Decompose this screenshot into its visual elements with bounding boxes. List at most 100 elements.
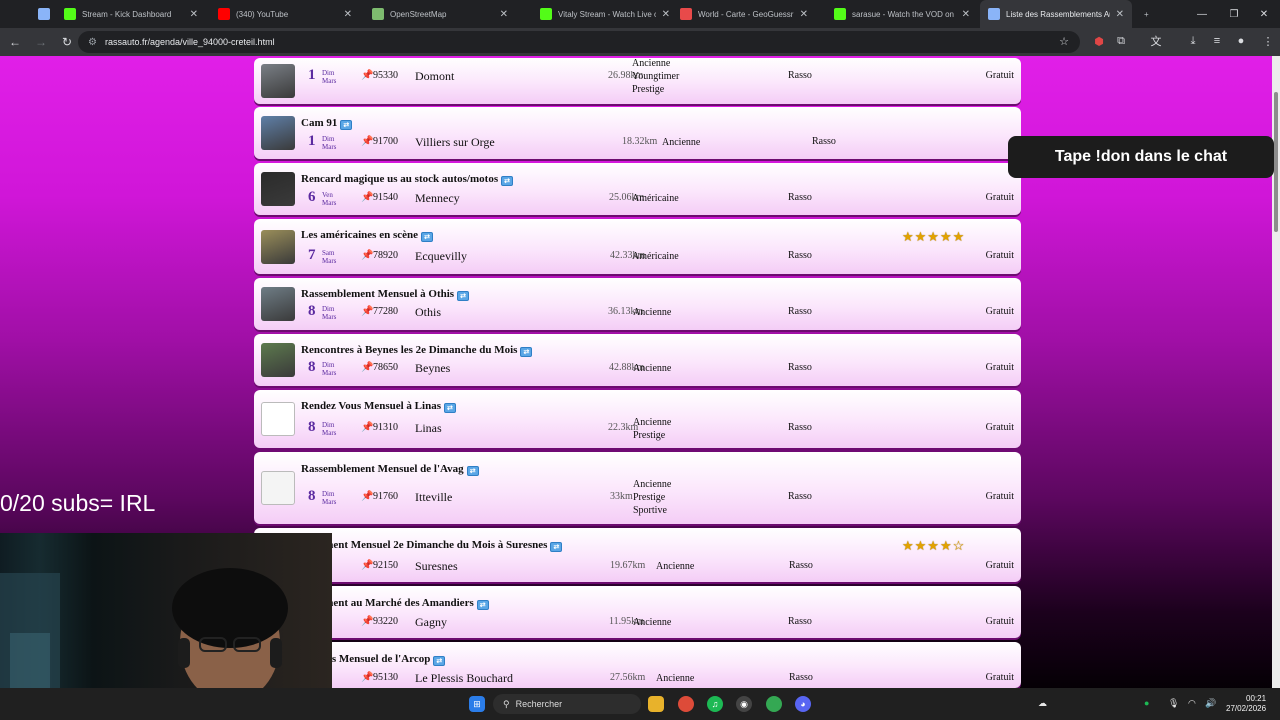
taskbar-clock[interactable]: 00:21 27/02/2026 [1226, 694, 1266, 714]
close-tab-icon[interactable]: ✕ [1116, 9, 1124, 20]
event-thumbnail[interactable] [261, 471, 295, 505]
event-row[interactable]: Rencontres à Beynes les 2e Dimanche du M… [254, 334, 1021, 386]
address-bar[interactable]: ⚙ rassauto.fr/agenda/ville_94000-creteil… [78, 31, 1080, 53]
new-tab-button[interactable]: + [1136, 0, 1157, 28]
doc-icon [38, 8, 50, 20]
event-row[interactable]: Rassemblement Mensuel à Othis ⇄ 8 Dim Mars 📌 7… [254, 278, 1021, 330]
event-categories: Ancienne [662, 136, 700, 149]
event-categories: Américaine [632, 192, 679, 205]
forward-icon[interactable]: → [30, 31, 52, 53]
event-type: Rasso [788, 70, 812, 81]
event-row[interactable]: 1 Dim Mars 📌 95330 Domont 26.98km Rasso Ancienne… [254, 58, 1021, 104]
taskbar-search[interactable]: ⚲ Rechercher [493, 694, 641, 714]
event-price: Gratuit [985, 192, 1014, 203]
tab-2[interactable]: (340) YouTube ✕ [210, 0, 360, 28]
event-postcode: 77280 [373, 306, 398, 317]
url-text: rassauto.fr/agenda/ville_94000-creteil.h… [104, 37, 275, 47]
event-categories: Ancienne Prestige [633, 416, 671, 442]
start-windows-icon[interactable]: ⊞ [469, 696, 485, 712]
kick-icon [64, 8, 76, 20]
wifi-icon[interactable]: ◠ [1188, 698, 1196, 709]
microphone-icon[interactable]: 🎙 [1168, 698, 1179, 709]
map-pin-icon: 📌 [361, 672, 374, 683]
event-day: 6 [308, 189, 316, 205]
event-city: Mennecy [415, 191, 460, 205]
profile-avatar-icon[interactable]: ● [1231, 31, 1251, 51]
event-row[interactable]: Rendez Vous Mensuel à Linas ⇄ 8 Dim Mars 📌 913… [254, 390, 1021, 448]
tab-title: Vitaly Stream - Watch Live on [558, 9, 656, 19]
event-thumbnail[interactable] [261, 343, 295, 377]
map-pin-icon: 📌 [361, 422, 374, 433]
reload-icon[interactable]: ↻ [56, 31, 78, 53]
event-row[interactable]: Les américaines en scène ⇄ 7 Sam Mars 📌 78920 E… [254, 219, 1021, 274]
tab-7[interactable]: Liste des Rassemblements Au ✕ [980, 0, 1132, 28]
close-tab-icon[interactable]: ✕ [500, 9, 508, 20]
recurring-icon: ⇄ [433, 656, 446, 666]
file-explorer-icon[interactable] [648, 696, 664, 712]
event-type: Rasso [788, 362, 812, 373]
event-row[interactable]: mblement Mensuel 2e Dimanche du Mois à S… [254, 528, 1021, 582]
minimize-icon[interactable]: — [1186, 0, 1218, 28]
obs-icon[interactable]: ◉ [736, 696, 752, 712]
menu-dots-icon[interactable]: ⋮ [1258, 31, 1278, 51]
event-thumbnail[interactable] [261, 287, 295, 321]
event-month: Mars [322, 429, 337, 437]
site-info-icon[interactable]: ⚙ [88, 37, 97, 48]
event-day: 1 [308, 67, 316, 83]
event-postcode: 78650 [373, 362, 398, 373]
event-name: Rendez Vous Mensuel à Linas ⇄ [301, 400, 456, 413]
tab-4[interactable]: Vitaly Stream - Watch Live on ✕ [532, 0, 678, 28]
event-type: Rasso [788, 306, 812, 317]
event-category: Ancienne [656, 673, 695, 684]
event-row[interactable]: ez Vous Mensuel de l'Arcop ⇄ 📌 95130 Le Ples… [254, 642, 1021, 688]
back-icon[interactable]: ← [4, 31, 26, 53]
extension-icon[interactable]: ⬢ [1089, 31, 1109, 51]
event-category: Prestige [633, 429, 666, 441]
network-icon[interactable]: ☁ [1038, 698, 1047, 709]
spotify-icon[interactable]: ♫ [707, 696, 723, 712]
event-categories: Américaine [632, 250, 679, 263]
event-thumbnail[interactable] [261, 402, 295, 436]
close-tab-icon[interactable]: ✕ [962, 9, 970, 20]
bookmark-star-icon[interactable]: ☆ [1054, 31, 1074, 51]
extensions-puzzle-icon[interactable]: ⧉ [1111, 31, 1131, 51]
close-window-icon[interactable]: ✕ [1248, 0, 1280, 28]
close-tab-icon[interactable]: ✕ [190, 9, 198, 20]
event-thumbnail[interactable] [261, 229, 295, 264]
event-thumbnail[interactable] [261, 172, 295, 206]
tab-3[interactable]: OpenStreetMap ✕ [364, 0, 516, 28]
close-tab-icon[interactable]: ✕ [800, 9, 808, 20]
recurring-icon: ⇄ [421, 232, 433, 242]
event-month: Mars [322, 498, 337, 506]
tab-6[interactable]: sarasue - Watch the VOD on K ✕ [826, 0, 978, 28]
event-categories: Ancienne Youngtimer Prestige [632, 57, 679, 96]
tab-5[interactable]: World - Carte - GeoGuessr ✕ [672, 0, 816, 28]
close-tab-icon[interactable]: ✕ [344, 9, 352, 20]
event-price: Gratuit [985, 250, 1014, 261]
tab-1[interactable]: Stream - Kick Dashboard ✕ [56, 0, 206, 28]
chrome-profile-icon[interactable] [766, 696, 782, 712]
event-row[interactable]: Rencard magique us au stock autos/motos ⇄… [254, 163, 1021, 215]
event-thumbnail[interactable] [261, 116, 295, 150]
volume-icon[interactable]: 🔊 [1205, 698, 1216, 709]
discord-icon[interactable]: ◕ [795, 696, 811, 712]
close-tab-icon[interactable]: ✕ [662, 9, 670, 20]
event-thumbnail[interactable] [261, 64, 295, 98]
map-pin-icon: 📌 [361, 192, 374, 203]
chrome-icon[interactable] [678, 696, 694, 712]
event-row[interactable]: Cam 91 ⇄ 1 Dim Mars 📌 91700 Villiers sur Orge 18… [254, 107, 1021, 159]
reading-list-icon[interactable]: ≡ [1207, 31, 1227, 51]
translate-icon[interactable]: 文 [1146, 31, 1166, 51]
maximize-icon[interactable]: ❐ [1218, 0, 1250, 28]
tray-spotify-icon[interactable]: ● [1144, 698, 1149, 708]
recurring-icon: ⇄ [476, 600, 489, 610]
download-icon[interactable]: ⤓ [1183, 31, 1203, 51]
event-row[interactable]: Rassemblement Mensuel de l'Avag ⇄ 8 Dim Mars… [254, 452, 1021, 524]
search-icon: ⚲ [503, 698, 510, 709]
event-row[interactable]: mblement au Marché des Amandiers ⇄ 📌 93220 G… [254, 586, 1021, 638]
event-postcode: 91760 [373, 491, 398, 502]
tab-strip: Stream - Kick Dashboard ✕ (340) YouTube ✕ Op… [0, 0, 1280, 28]
tab-0[interactable] [30, 0, 52, 28]
scrollbar-thumb[interactable] [1274, 92, 1278, 232]
event-type: Rasso [788, 250, 812, 261]
